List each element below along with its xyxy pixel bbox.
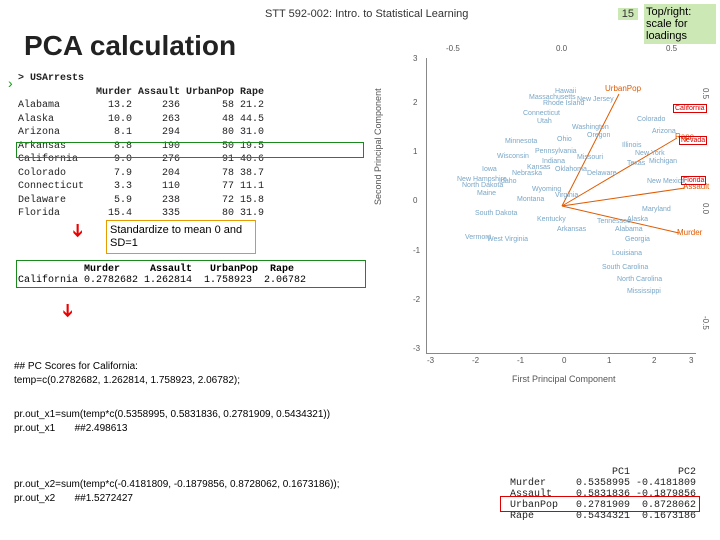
- table-row: Colorado 7.9 204 78 38.7: [18, 167, 264, 181]
- page-title: PCA calculation: [24, 30, 236, 62]
- state-pt: Missouri: [577, 154, 603, 161]
- loadings-header: PC1 PC2: [510, 467, 696, 478]
- state-pt: Arizona: [652, 128, 676, 135]
- state-pt: Iowa: [482, 166, 497, 173]
- state-pt: Pennsylvania: [535, 148, 577, 155]
- table-row: Delaware 5.9 238 72 15.8: [18, 194, 264, 208]
- state-pt: South Carolina: [602, 264, 648, 271]
- state-pt: Oregon: [587, 132, 610, 139]
- state-pt: Oklahoma: [555, 166, 587, 173]
- state-pt: Alabama: [615, 226, 643, 233]
- table-row: Arizona 8.1 294 80 31.0: [18, 126, 264, 140]
- state-pt: Vermont: [465, 234, 491, 241]
- state-pt: Ohio: [557, 136, 572, 143]
- down-arrow-icon: ➔: [57, 303, 78, 318]
- state-pt: Georgia: [625, 236, 650, 243]
- vec-urbanpop: UrbanPop: [605, 84, 641, 93]
- state-pt: Minnesota: [505, 138, 537, 145]
- table-row: Alaska 10.0 263 48 44.5: [18, 113, 264, 127]
- table-prompt: > USArrests: [18, 72, 264, 86]
- state-pt: New Mexico: [647, 178, 685, 185]
- loadings-table: PC1 PC2 Murder 0.5358995 -0.4181809 Assa…: [510, 467, 696, 522]
- page-number: 15: [618, 8, 638, 20]
- state-pt: Mississippi: [627, 288, 661, 295]
- state-pt: New Jersey: [577, 96, 614, 103]
- state-pt: North Carolina: [617, 276, 662, 283]
- state-pt: Texas: [627, 160, 645, 167]
- state-pt: Michigan: [649, 158, 677, 165]
- state-pt: Kansas: [527, 164, 550, 171]
- down-arrow-icon: ➔: [67, 223, 88, 238]
- state-pt: Delaware: [587, 170, 617, 177]
- biplot-area: Murder Assault Rape UrbanPop California …: [426, 58, 696, 354]
- state-pt: West Virginia: [487, 236, 528, 243]
- loadings-row: Rape 0.5434321 0.1673186: [510, 511, 696, 522]
- code-block-pc1: pr.out_x1=sum(temp*c(0.5358995, 0.583183…: [14, 408, 384, 435]
- state-pt: Hawaii: [555, 88, 576, 95]
- state-pt: Idaho: [499, 178, 517, 185]
- state-pt: Illinois: [622, 142, 641, 149]
- table-row: Connecticut 3.3 110 77 11.1: [18, 180, 264, 194]
- state-pt: Arkansas: [557, 226, 586, 233]
- loadings-row: Murder 0.5358995 -0.4181809: [510, 478, 696, 489]
- prompt-arrow-icon: ›: [8, 75, 13, 91]
- table-row: Alabama 13.2 236 58 21.2: [18, 99, 264, 113]
- state-pt: Indiana: [542, 158, 565, 165]
- state-pt: Kentucky: [537, 216, 566, 223]
- standardize-note: Standardize to mean 0 and SD=1: [106, 220, 256, 254]
- code-block-scores: ## PC Scores for California: temp=c(0.27…: [14, 360, 384, 387]
- state-pt: New York: [635, 150, 665, 157]
- course-label: STT 592-002: Intro. to Statistical Learn…: [265, 8, 468, 20]
- state-pt: Wisconsin: [497, 153, 529, 160]
- code-block-pc2: pr.out_x2=sum(temp*c(-0.4181809, -0.1879…: [14, 478, 384, 505]
- state-pt: Tennessee: [597, 218, 631, 225]
- state-nevada: Nevada: [679, 136, 707, 145]
- state-pt: Wyoming: [532, 186, 561, 193]
- table-header: Murder Assault UrbanPop Rape: [18, 86, 264, 100]
- state-pt: Connecticut: [523, 110, 560, 117]
- state-pt: Colorado: [637, 116, 665, 123]
- x-axis-label: First Principal Component: [512, 374, 616, 384]
- state-pt: Massachusetts: [529, 94, 576, 101]
- state-pt: Maine: [477, 190, 496, 197]
- state-california: California: [673, 104, 707, 113]
- table-row: Florida 15.4 335 80 31.9: [18, 207, 264, 221]
- pca-biplot: Second Principal Component First Princip…: [396, 30, 712, 370]
- vec-murder: Murder: [677, 228, 702, 237]
- std-row-highlight: [16, 260, 366, 288]
- urbanpop-loading-highlight: [500, 496, 700, 512]
- california-row-highlight: [16, 142, 364, 158]
- state-pt: Washington: [572, 124, 609, 131]
- state-pt: Virginia: [555, 192, 578, 199]
- state-pt: Maryland: [642, 206, 671, 213]
- y-axis-label: Second Principal Component: [373, 88, 383, 205]
- state-pt: Nebraska: [512, 170, 542, 177]
- state-pt: North Dakota: [462, 182, 503, 189]
- state-pt: South Dakota: [475, 210, 517, 217]
- state-pt: Utah: [537, 118, 552, 125]
- state-pt: Louisiana: [612, 250, 642, 257]
- state-pt: Montana: [517, 196, 544, 203]
